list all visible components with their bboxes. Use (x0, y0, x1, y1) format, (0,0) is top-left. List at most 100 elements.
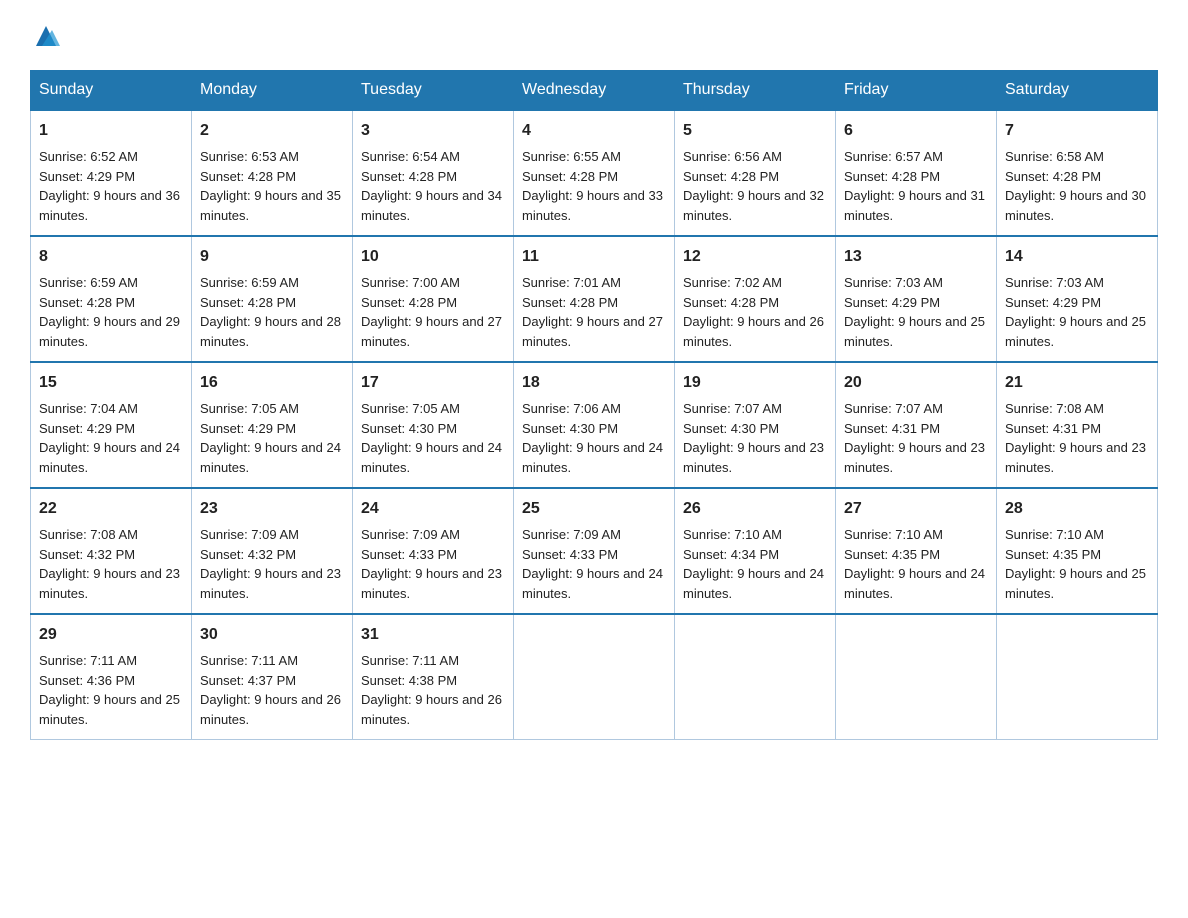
calendar-day-cell: 1 Sunrise: 6:52 AM Sunset: 4:29 PM Dayli… (31, 110, 192, 236)
daylight-label: Daylight: 9 hours and 28 minutes. (200, 314, 341, 349)
daylight-label: Daylight: 9 hours and 24 minutes. (844, 566, 985, 601)
sunset-label: Sunset: 4:28 PM (1005, 169, 1101, 184)
weekday-header-tuesday: Tuesday (353, 71, 514, 111)
calendar-table: SundayMondayTuesdayWednesdayThursdayFrid… (30, 70, 1158, 740)
sunrise-label: Sunrise: 7:09 AM (522, 527, 621, 542)
sunrise-label: Sunrise: 7:07 AM (844, 401, 943, 416)
sunset-label: Sunset: 4:33 PM (522, 547, 618, 562)
calendar-week-row: 8 Sunrise: 6:59 AM Sunset: 4:28 PM Dayli… (31, 236, 1158, 362)
day-number: 19 (683, 371, 827, 395)
calendar-day-cell: 21 Sunrise: 7:08 AM Sunset: 4:31 PM Dayl… (997, 362, 1158, 488)
daylight-label: Daylight: 9 hours and 29 minutes. (39, 314, 180, 349)
sunrise-label: Sunrise: 7:10 AM (683, 527, 782, 542)
daylight-label: Daylight: 9 hours and 32 minutes. (683, 188, 824, 223)
calendar-day-cell: 30 Sunrise: 7:11 AM Sunset: 4:37 PM Dayl… (192, 614, 353, 740)
sunrise-label: Sunrise: 7:03 AM (844, 275, 943, 290)
calendar-day-cell: 27 Sunrise: 7:10 AM Sunset: 4:35 PM Dayl… (836, 488, 997, 614)
sunset-label: Sunset: 4:28 PM (522, 169, 618, 184)
sunrise-label: Sunrise: 7:08 AM (39, 527, 138, 542)
daylight-label: Daylight: 9 hours and 23 minutes. (200, 566, 341, 601)
calendar-day-cell: 13 Sunrise: 7:03 AM Sunset: 4:29 PM Dayl… (836, 236, 997, 362)
daylight-label: Daylight: 9 hours and 24 minutes. (39, 440, 180, 475)
weekday-header-sunday: Sunday (31, 71, 192, 111)
weekday-header-wednesday: Wednesday (514, 71, 675, 111)
calendar-empty-cell (997, 614, 1158, 740)
daylight-label: Daylight: 9 hours and 26 minutes. (361, 692, 502, 727)
sunset-label: Sunset: 4:28 PM (683, 295, 779, 310)
calendar-day-cell: 17 Sunrise: 7:05 AM Sunset: 4:30 PM Dayl… (353, 362, 514, 488)
sunrise-label: Sunrise: 7:02 AM (683, 275, 782, 290)
day-number: 26 (683, 497, 827, 521)
day-number: 24 (361, 497, 505, 521)
calendar-empty-cell (836, 614, 997, 740)
calendar-day-cell: 31 Sunrise: 7:11 AM Sunset: 4:38 PM Dayl… (353, 614, 514, 740)
page-header (30, 24, 1158, 50)
day-number: 20 (844, 371, 988, 395)
calendar-day-cell: 15 Sunrise: 7:04 AM Sunset: 4:29 PM Dayl… (31, 362, 192, 488)
sunrise-label: Sunrise: 7:11 AM (39, 653, 137, 668)
weekday-header-monday: Monday (192, 71, 353, 111)
sunrise-label: Sunrise: 6:54 AM (361, 149, 460, 164)
day-number: 12 (683, 245, 827, 269)
calendar-empty-cell (675, 614, 836, 740)
sunrise-label: Sunrise: 7:04 AM (39, 401, 138, 416)
calendar-week-row: 1 Sunrise: 6:52 AM Sunset: 4:29 PM Dayli… (31, 110, 1158, 236)
calendar-day-cell: 29 Sunrise: 7:11 AM Sunset: 4:36 PM Dayl… (31, 614, 192, 740)
daylight-label: Daylight: 9 hours and 27 minutes. (522, 314, 663, 349)
daylight-label: Daylight: 9 hours and 35 minutes. (200, 188, 341, 223)
daylight-label: Daylight: 9 hours and 25 minutes. (1005, 566, 1146, 601)
sunset-label: Sunset: 4:30 PM (522, 421, 618, 436)
day-number: 22 (39, 497, 183, 521)
day-number: 29 (39, 623, 183, 647)
sunset-label: Sunset: 4:29 PM (39, 169, 135, 184)
sunset-label: Sunset: 4:34 PM (683, 547, 779, 562)
sunset-label: Sunset: 4:28 PM (361, 169, 457, 184)
calendar-day-cell: 11 Sunrise: 7:01 AM Sunset: 4:28 PM Dayl… (514, 236, 675, 362)
daylight-label: Daylight: 9 hours and 36 minutes. (39, 188, 180, 223)
sunset-label: Sunset: 4:35 PM (844, 547, 940, 562)
day-number: 7 (1005, 119, 1149, 143)
sunrise-label: Sunrise: 6:55 AM (522, 149, 621, 164)
calendar-day-cell: 22 Sunrise: 7:08 AM Sunset: 4:32 PM Dayl… (31, 488, 192, 614)
sunrise-label: Sunrise: 7:11 AM (200, 653, 298, 668)
sunrise-label: Sunrise: 7:09 AM (200, 527, 299, 542)
sunset-label: Sunset: 4:38 PM (361, 673, 457, 688)
calendar-day-cell: 9 Sunrise: 6:59 AM Sunset: 4:28 PM Dayli… (192, 236, 353, 362)
sunset-label: Sunset: 4:28 PM (200, 295, 296, 310)
daylight-label: Daylight: 9 hours and 24 minutes. (683, 566, 824, 601)
sunrise-label: Sunrise: 7:01 AM (522, 275, 621, 290)
sunset-label: Sunset: 4:28 PM (683, 169, 779, 184)
sunrise-label: Sunrise: 7:05 AM (200, 401, 299, 416)
day-number: 16 (200, 371, 344, 395)
daylight-label: Daylight: 9 hours and 24 minutes. (522, 440, 663, 475)
sunset-label: Sunset: 4:31 PM (844, 421, 940, 436)
calendar-empty-cell (514, 614, 675, 740)
daylight-label: Daylight: 9 hours and 23 minutes. (1005, 440, 1146, 475)
day-number: 27 (844, 497, 988, 521)
sunrise-label: Sunrise: 7:09 AM (361, 527, 460, 542)
day-number: 31 (361, 623, 505, 647)
sunset-label: Sunset: 4:31 PM (1005, 421, 1101, 436)
day-number: 5 (683, 119, 827, 143)
daylight-label: Daylight: 9 hours and 23 minutes. (844, 440, 985, 475)
sunrise-label: Sunrise: 6:59 AM (39, 275, 138, 290)
sunset-label: Sunset: 4:28 PM (844, 169, 940, 184)
daylight-label: Daylight: 9 hours and 31 minutes. (844, 188, 985, 223)
sunrise-label: Sunrise: 7:11 AM (361, 653, 459, 668)
calendar-day-cell: 10 Sunrise: 7:00 AM Sunset: 4:28 PM Dayl… (353, 236, 514, 362)
day-number: 3 (361, 119, 505, 143)
day-number: 9 (200, 245, 344, 269)
calendar-day-cell: 18 Sunrise: 7:06 AM Sunset: 4:30 PM Dayl… (514, 362, 675, 488)
sunrise-label: Sunrise: 6:58 AM (1005, 149, 1104, 164)
day-number: 21 (1005, 371, 1149, 395)
weekday-header-thursday: Thursday (675, 71, 836, 111)
sunset-label: Sunset: 4:30 PM (683, 421, 779, 436)
logo (30, 24, 60, 50)
day-number: 6 (844, 119, 988, 143)
day-number: 23 (200, 497, 344, 521)
calendar-day-cell: 12 Sunrise: 7:02 AM Sunset: 4:28 PM Dayl… (675, 236, 836, 362)
weekday-header-friday: Friday (836, 71, 997, 111)
calendar-day-cell: 4 Sunrise: 6:55 AM Sunset: 4:28 PM Dayli… (514, 110, 675, 236)
sunset-label: Sunset: 4:30 PM (361, 421, 457, 436)
calendar-day-cell: 8 Sunrise: 6:59 AM Sunset: 4:28 PM Dayli… (31, 236, 192, 362)
